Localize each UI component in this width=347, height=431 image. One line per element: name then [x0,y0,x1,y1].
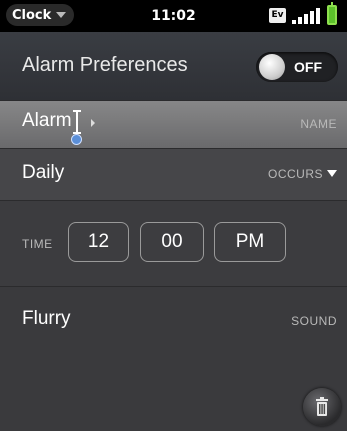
sound-value[interactable]: Flurry [22,308,71,330]
ampm-picker[interactable]: PM [214,222,286,262]
occurs-value[interactable]: Daily [22,162,64,184]
name-row[interactable]: Alarm NAME [0,100,347,148]
alarm-toggle[interactable]: OFF [256,52,338,82]
time-label: TIME [22,237,53,251]
page-title: Alarm Preferences [22,54,188,76]
name-label: NAME [300,117,337,131]
trash-icon [316,397,328,416]
sound-row[interactable]: Flurry SOUND [0,286,347,431]
text-cursor-icon[interactable] [73,110,81,134]
battery-icon [327,2,337,25]
hour-picker[interactable]: 12 [68,222,129,262]
network-type-badge: Ev [269,8,286,23]
minute-picker[interactable]: 00 [140,222,204,262]
occurs-selector[interactable]: OCCURS [268,167,337,181]
delete-button[interactable] [303,388,341,426]
occurs-label: OCCURS [267,167,323,181]
caret-right-icon [91,119,95,127]
alarm-name-input[interactable]: Alarm [22,110,72,132]
occurs-row[interactable]: Daily OCCURS [0,148,347,200]
header: Alarm Preferences OFF [0,32,347,100]
toggle-knob[interactable] [259,54,285,80]
signal-strength-icon [292,8,322,24]
cursor-handle[interactable] [71,134,82,145]
status-bar: Clock 11:02 Ev [0,0,347,32]
sound-label: SOUND [291,314,337,328]
chevron-down-icon [327,170,337,177]
toggle-state-label: OFF [294,59,322,75]
